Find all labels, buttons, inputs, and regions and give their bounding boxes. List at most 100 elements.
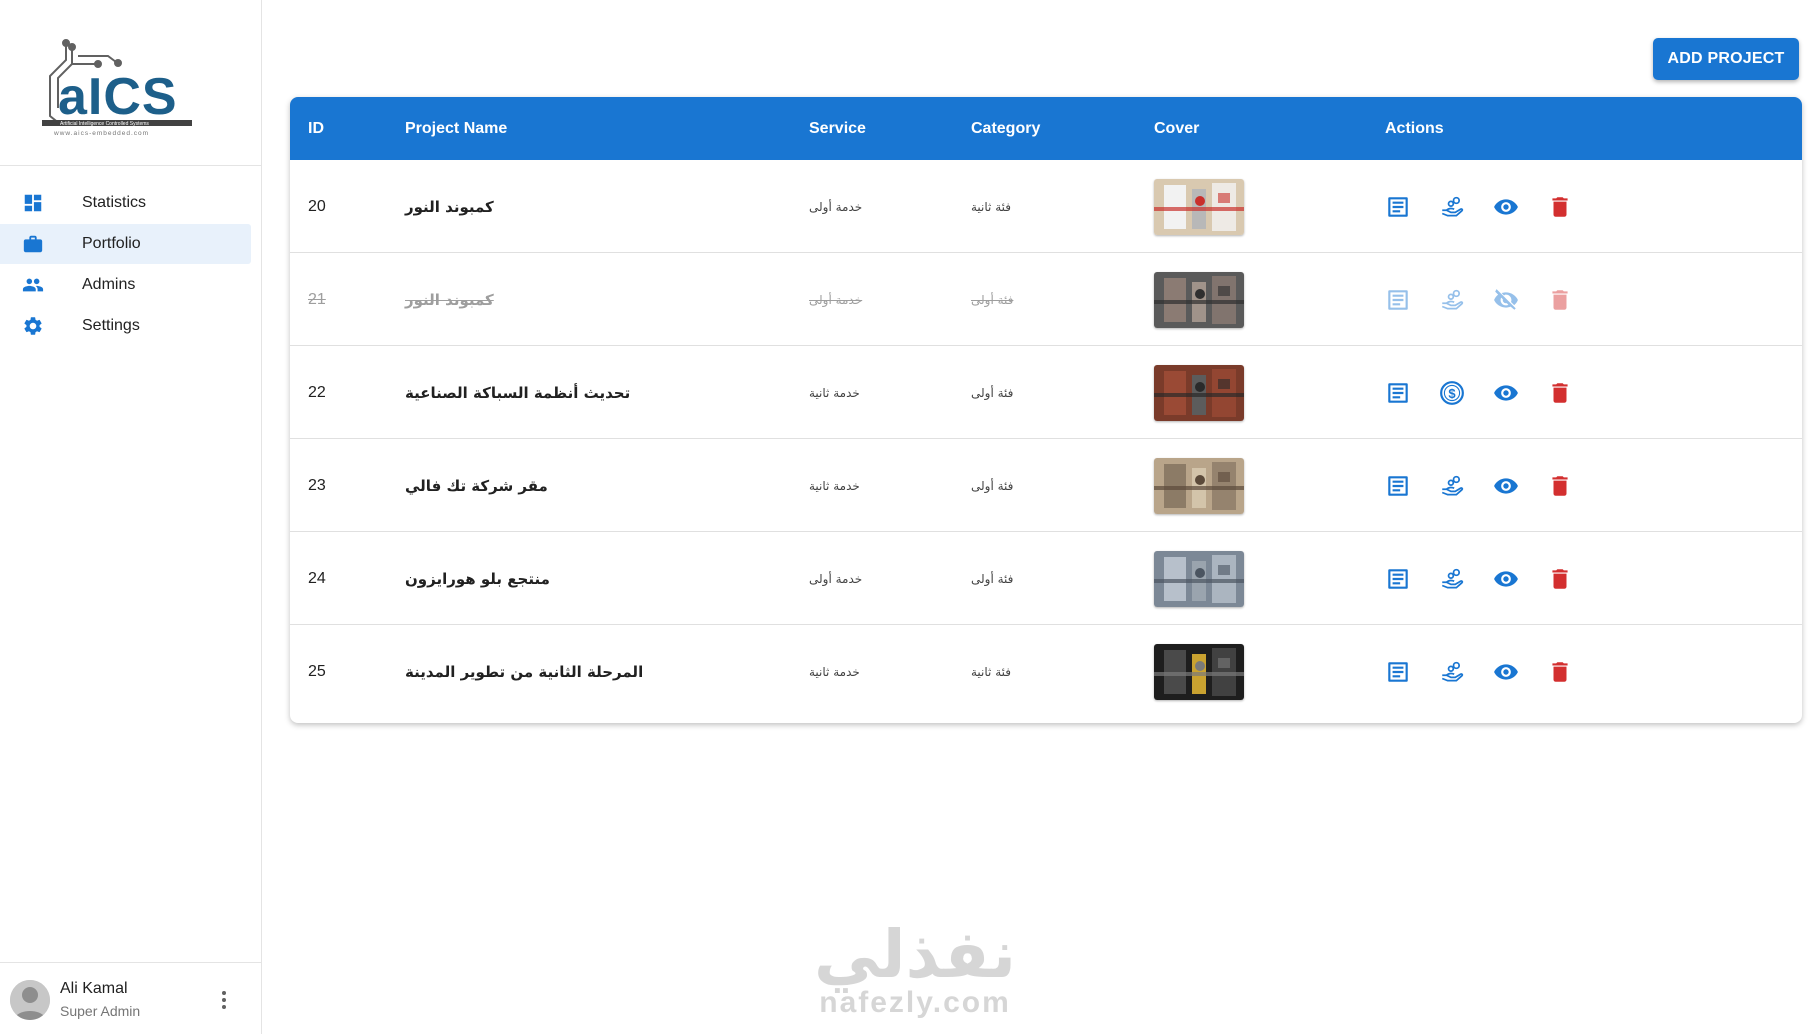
cell-cover — [1154, 346, 1244, 439]
delete-button[interactable] — [1547, 659, 1573, 685]
sidebar-item-portfolio[interactable]: Portfolio — [0, 224, 251, 264]
delete-button[interactable] — [1547, 566, 1573, 592]
projects-table: ID Project Name Service Category Cover A… — [290, 97, 1802, 723]
trash-icon — [1552, 197, 1568, 217]
edit-button[interactable] — [1385, 287, 1411, 313]
header-project-name[interactable]: Project Name — [405, 97, 507, 160]
price-button[interactable] — [1439, 194, 1465, 220]
visibility-toggle[interactable] — [1493, 566, 1519, 592]
delete-button[interactable] — [1547, 287, 1573, 313]
cell-project-name: المرحلة الثانية من تطوير المدينة — [405, 662, 644, 681]
header-category[interactable]: Category — [971, 97, 1040, 160]
header-actions: Actions — [1385, 119, 1444, 137]
table-row: 22 تحديث أنظمة السباكة الصناعية خدمة ثان… — [290, 346, 1802, 439]
header-cover[interactable]: Cover — [1154, 97, 1199, 160]
delete-button[interactable] — [1547, 380, 1573, 406]
visibility-toggle[interactable] — [1493, 659, 1519, 685]
edit-button[interactable] — [1385, 659, 1411, 685]
cell-service: خدمة أولى — [809, 292, 863, 307]
svg-text:$: $ — [1448, 386, 1456, 401]
table-row: 24 منتجع بلو هورايزون خدمة أولى فئة أولى — [290, 532, 1802, 625]
aics-logo[interactable]: aICS Artificial Intelligence Controlled … — [38, 38, 218, 138]
people-icon — [22, 278, 44, 292]
header-id[interactable]: ID — [308, 97, 324, 160]
cell-project-name: كمبوند النور — [405, 197, 494, 216]
logo-tagline: Artificial Intelligence Controlled Syste… — [60, 121, 149, 127]
user-panel: Ali Kamal Super Admin — [0, 962, 262, 1034]
sidebar-item-statistics[interactable]: Statistics — [0, 183, 251, 223]
notes-icon — [1388, 569, 1408, 589]
cover-thumbnail[interactable] — [1154, 364, 1244, 421]
sidebar-item-label: Admins — [82, 276, 136, 293]
trash-icon — [1552, 476, 1568, 496]
cell-service: خدمة أولى — [809, 199, 863, 214]
cell-category: فئة أولى — [971, 571, 1014, 586]
table-row: 23 مقر شركة تك فالي خدمة ثانية فئة أولى — [290, 439, 1802, 532]
sidebar-item-label: Portfolio — [82, 235, 141, 252]
hand-coins-icon — [1441, 289, 1464, 310]
hand-coins-icon — [1441, 475, 1464, 496]
cell-id: 23 — [308, 476, 326, 494]
price-button[interactable] — [1439, 659, 1465, 685]
cover-thumbnail[interactable] — [1154, 271, 1244, 328]
table-row: 25 المرحلة الثانية من تطوير المدينة خدمة… — [290, 625, 1802, 718]
header-service[interactable]: Service — [809, 97, 866, 160]
eye-icon — [1494, 199, 1518, 215]
cell-cover — [1154, 532, 1244, 625]
add-project-button[interactable]: ADD PROJECT — [1653, 38, 1799, 80]
visibility-toggle[interactable] — [1493, 194, 1519, 220]
table-body: 20 كمبوند النور خدمة أولى فئة ثانية 21 ك… — [290, 160, 1802, 718]
avatar[interactable] — [10, 980, 50, 1020]
trash-icon — [1552, 290, 1568, 310]
delete-button[interactable] — [1547, 194, 1573, 220]
delete-button[interactable] — [1547, 473, 1573, 499]
logo-text: aICS — [58, 68, 178, 126]
user-role: Super Admin — [60, 1003, 141, 1019]
cover-thumbnail[interactable] — [1154, 178, 1244, 235]
sidebar-item-admins[interactable]: Admins — [0, 265, 251, 305]
sidebar-item-label: Settings — [82, 317, 140, 334]
cell-id: 24 — [308, 569, 326, 587]
cell-project-name: كمبوند النور — [405, 290, 494, 309]
price-button[interactable] — [1439, 287, 1465, 313]
trash-icon — [1552, 569, 1568, 589]
cell-project-name: منتجع بلو هورايزون — [405, 569, 550, 588]
cell-id: 21 — [308, 290, 326, 308]
watermark-latin: nafezly.com — [819, 986, 1011, 1019]
cell-service: خدمة أولى — [809, 571, 863, 586]
cell-cover — [1154, 160, 1244, 253]
visibility-toggle[interactable] — [1493, 380, 1519, 406]
edit-button[interactable] — [1385, 473, 1411, 499]
cell-service: خدمة ثانية — [809, 664, 860, 679]
eye-icon — [1494, 664, 1518, 680]
eye-icon — [1494, 385, 1518, 401]
cell-project-name: مقر شركة تك فالي — [405, 476, 548, 495]
edit-button[interactable] — [1385, 380, 1411, 406]
price-button[interactable]: $ — [1439, 380, 1465, 406]
more-vert-icon[interactable] — [215, 989, 233, 1011]
sidebar-item-settings[interactable]: Settings — [0, 306, 251, 346]
hand-coins-icon — [1441, 196, 1464, 217]
cover-thumbnail[interactable] — [1154, 550, 1244, 607]
notes-icon — [1388, 383, 1408, 403]
table-header: ID Project Name Service Category Cover A… — [290, 97, 1802, 160]
dollar-circle-icon: $ — [1440, 381, 1464, 405]
sidebar-nav: Statistics Portfolio Admins Settings — [0, 166, 261, 346]
visibility-toggle[interactable] — [1493, 287, 1519, 313]
cell-service: خدمة ثانية — [809, 478, 860, 493]
price-button[interactable] — [1439, 473, 1465, 499]
cell-cover — [1154, 253, 1244, 346]
notes-icon — [1388, 476, 1408, 496]
cover-thumbnail[interactable] — [1154, 643, 1244, 700]
edit-button[interactable] — [1385, 194, 1411, 220]
cell-category: فئة أولى — [971, 478, 1014, 493]
logo-url: www.aics-embedded.com — [53, 130, 149, 137]
user-avatar-icon — [10, 980, 50, 1020]
price-button[interactable] — [1439, 566, 1465, 592]
cover-thumbnail[interactable] — [1154, 457, 1244, 514]
gear-icon — [24, 317, 42, 335]
edit-button[interactable] — [1385, 566, 1411, 592]
visibility-toggle[interactable] — [1493, 473, 1519, 499]
trash-icon — [1552, 662, 1568, 682]
cell-category: فئة ثانية — [971, 199, 1011, 214]
